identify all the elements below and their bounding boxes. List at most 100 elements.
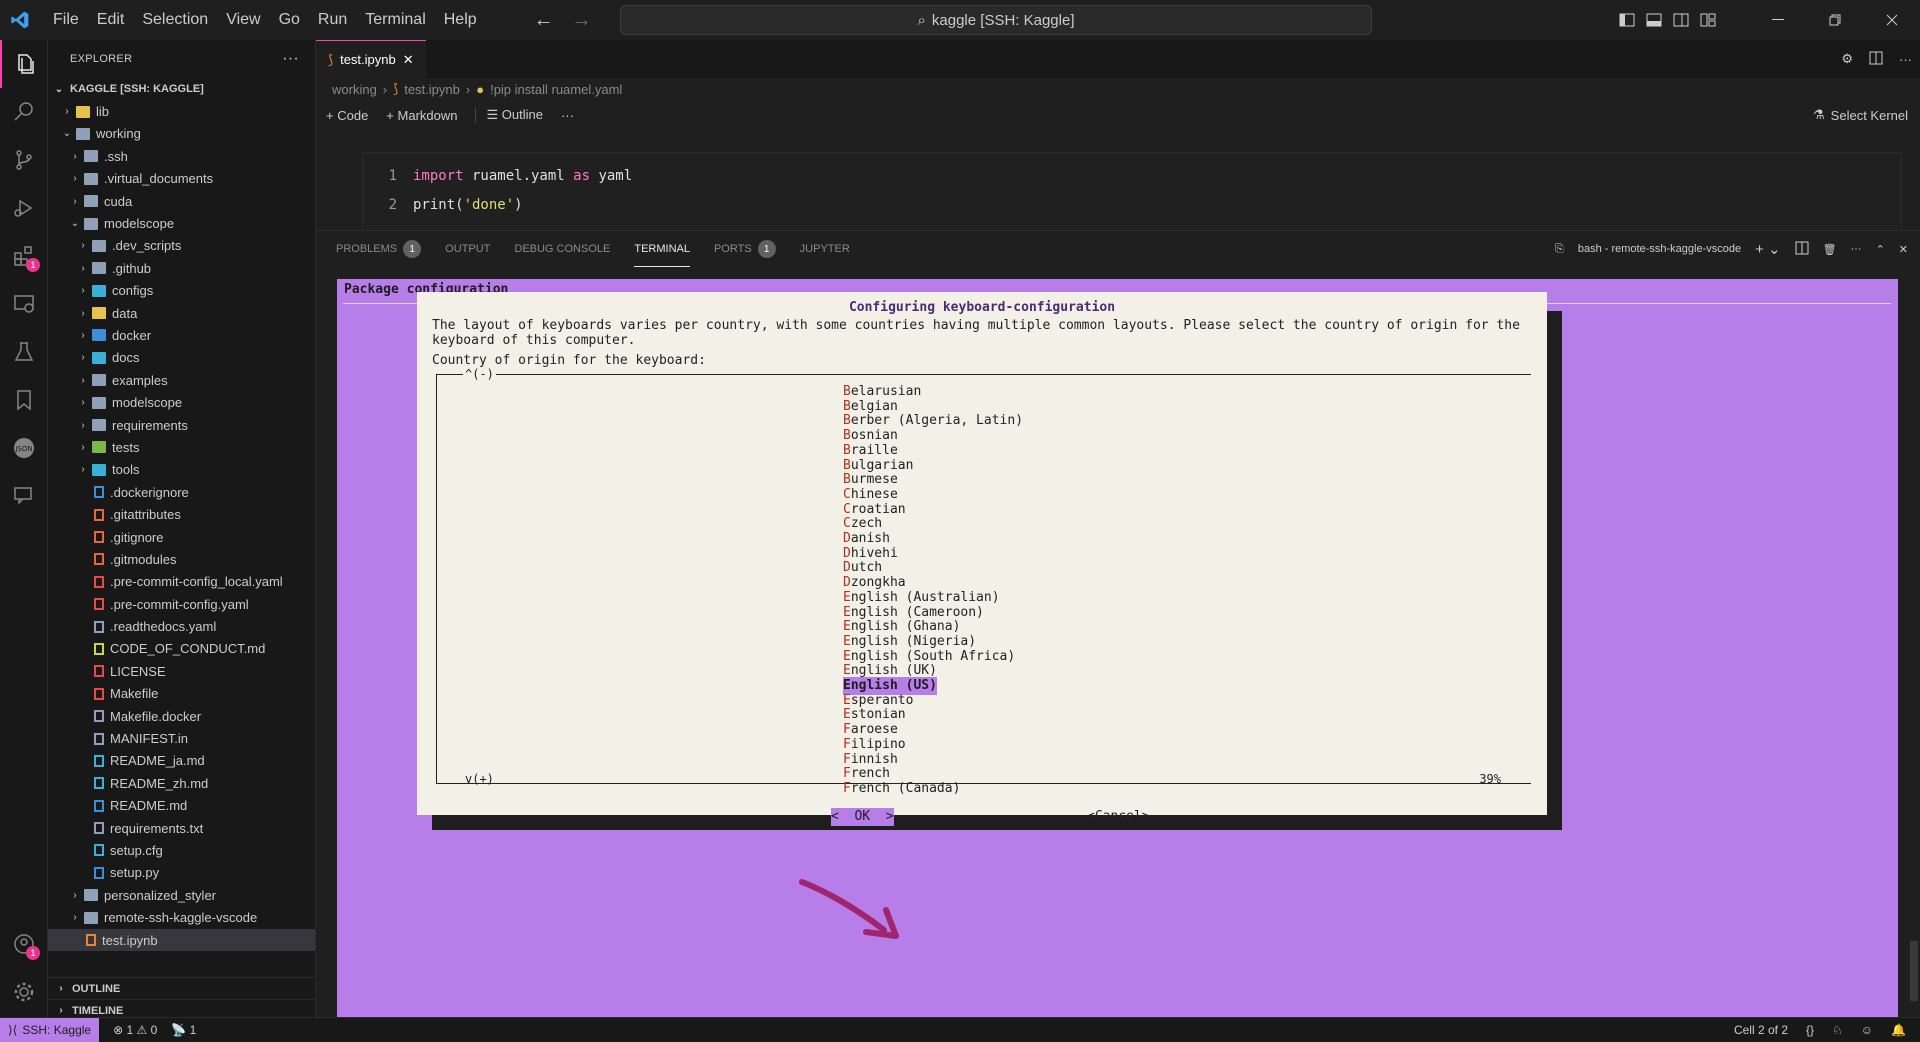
close-panel-icon[interactable]: ✕ (1899, 243, 1908, 256)
tree-file[interactable]: setup.cfg (48, 839, 315, 861)
menu-view[interactable]: View (217, 0, 269, 40)
tree-file[interactable]: MANIFEST.in (48, 727, 315, 749)
forward-arrow-icon[interactable]: → (572, 9, 592, 32)
split-terminal-icon[interactable] (1795, 241, 1809, 258)
tab-test-ipynb[interactable]: ⟆ test.ipynb ✕ (316, 40, 426, 78)
tree-folder[interactable]: › .virtual_documents (48, 168, 315, 190)
maximize-panel-icon[interactable]: ⌃ (1876, 243, 1885, 256)
tree-file[interactable]: LICENSE (48, 660, 315, 682)
toggle-secondary-sidebar-icon[interactable] (1667, 13, 1694, 27)
tree-folder[interactable]: › requirements (48, 414, 315, 436)
tree-folder[interactable]: › tests (48, 436, 315, 458)
close-tab-icon[interactable]: ✕ (403, 52, 414, 68)
accounts-icon[interactable]: 1 (0, 920, 48, 968)
tree-file[interactable]: .dockerignore (48, 481, 315, 503)
customize-layout-icon[interactable] (1694, 13, 1721, 27)
tree-folder[interactable]: › .ssh (48, 145, 315, 167)
tree-file[interactable]: .gitmodules (48, 548, 315, 570)
add-markdown-button[interactable]: + Markdown (386, 108, 457, 123)
toggle-panel-icon[interactable] (1640, 13, 1667, 27)
keyboard-option[interactable]: French (Canada) (843, 780, 960, 798)
kill-terminal-icon[interactable]: 🗑 (1823, 243, 1837, 256)
menu-run[interactable]: Run (309, 0, 356, 40)
split-editor-icon[interactable] (1869, 51, 1883, 68)
menu-terminal[interactable]: Terminal (356, 0, 434, 40)
tree-folder[interactable]: › lib (48, 100, 315, 122)
command-center[interactable]: ⌕ kaggle [SSH: Kaggle] (620, 5, 1372, 35)
tree-folder[interactable]: › tools (48, 459, 315, 481)
outline-section[interactable]: › OUTLINE (48, 977, 316, 999)
cell-indicator[interactable]: Cell 2 of 2 (1734, 1023, 1788, 1037)
tree-folder[interactable]: ⌄ modelscope (48, 212, 315, 234)
breadcrumb-file[interactable]: test.ipynb (404, 82, 460, 97)
copilot-icon[interactable]: ♘ (1832, 1023, 1843, 1037)
add-code-button[interactable]: + Code (326, 108, 368, 123)
panel-more-icon[interactable]: ··· (1851, 243, 1862, 255)
restore-icon[interactable] (1806, 0, 1863, 40)
search-view-icon[interactable] (0, 88, 48, 136)
chat-icon[interactable] (0, 472, 48, 520)
tree-file[interactable]: README_ja.md (48, 750, 315, 772)
explorer-more-icon[interactable]: ··· (282, 50, 299, 68)
code-cell[interactable]: 1 import ruamel.yaml as yaml 2 print('done'… (362, 152, 1902, 230)
format-icon[interactable]: {} (1806, 1023, 1814, 1037)
ok-button[interactable]: < OK > (831, 808, 894, 826)
tab-ports[interactable]: PORTS 1 (714, 231, 776, 267)
explorer-icon[interactable] (0, 40, 48, 88)
tree-folder[interactable]: › .dev_scripts (48, 235, 315, 257)
code-line[interactable]: 2 print('done') (363, 190, 1901, 219)
close-window-icon[interactable] (1863, 0, 1920, 40)
tab-terminal[interactable]: TERMINAL (634, 231, 690, 267)
tree-file[interactable]: .gitattributes (48, 503, 315, 525)
tree-file[interactable]: README_zh.md (48, 772, 315, 794)
outline-button[interactable]: ☰ Outline (475, 107, 543, 123)
notifications-bell-icon[interactable]: 🔔 (1891, 1023, 1906, 1037)
tree-file[interactable]: .gitignore (48, 526, 315, 548)
remote-explorer-icon[interactable] (0, 280, 48, 328)
menu-file[interactable]: File (44, 0, 88, 40)
run-debug-icon[interactable] (0, 184, 48, 232)
minimize-icon[interactable] (1749, 0, 1806, 40)
tab-problems[interactable]: PROBLEMS 1 (336, 231, 422, 267)
feedback-icon[interactable]: ☺ (1861, 1023, 1873, 1037)
editor-more-icon[interactable]: ··· (1899, 52, 1912, 67)
new-terminal-icon[interactable]: + ⌄ (1755, 240, 1781, 258)
tab-output[interactable]: OUTPUT (445, 231, 490, 267)
select-kernel-button[interactable]: ⚗ Select Kernel (1813, 107, 1908, 123)
code-line[interactable]: 1 import ruamel.yaml as yaml (363, 161, 1901, 190)
tree-folder[interactable]: › docker (48, 324, 315, 346)
tree-folder[interactable]: › docs (48, 347, 315, 369)
country-listbox[interactable]: ^(-) v(+) 39% Belarusian Belgian Berber (A… (436, 367, 1531, 796)
menu-edit[interactable]: Edit (88, 0, 134, 40)
source-control-icon[interactable] (0, 136, 48, 184)
tree-folder[interactable]: › data (48, 302, 315, 324)
tree-folder[interactable]: › configs (48, 280, 315, 302)
tree-file[interactable]: .pre-commit-config_local.yaml (48, 571, 315, 593)
menu-selection[interactable]: Selection (133, 0, 217, 40)
tree-file[interactable]: test.ipynb (48, 928, 315, 952)
tree-file[interactable]: Makefile.docker (48, 705, 315, 727)
menu-help[interactable]: Help (435, 0, 486, 40)
back-arrow-icon[interactable]: ← (534, 9, 554, 32)
tree-file[interactable]: CODE_OF_CONDUCT.md (48, 638, 315, 660)
tree-folder[interactable]: › examples (48, 369, 315, 391)
tree-folder[interactable]: › personalized_styler (48, 884, 315, 906)
settings-gear-icon[interactable]: ⚙ (1841, 51, 1853, 67)
remote-indicator[interactable]: ⟩⟨ SSH: Kaggle (0, 1017, 100, 1042)
toggle-primary-sidebar-icon[interactable] (1613, 13, 1640, 27)
problems-status[interactable]: ⊗ 1 ⚠ 0 (113, 1023, 157, 1037)
extensions-icon[interactable]: 1 (0, 232, 48, 280)
tree-file[interactable]: Makefile (48, 683, 315, 705)
manage-gear-icon[interactable] (0, 968, 48, 1016)
tree-file[interactable]: .readthedocs.yaml (48, 615, 315, 637)
tree-file[interactable]: README.md (48, 795, 315, 817)
breadcrumb-cell[interactable]: !pip install ruamel.yaml (490, 82, 622, 97)
terminal-view[interactable]: Package configuration Configuring keyboa… (337, 279, 1898, 1018)
tree-file[interactable]: .pre-commit-config.yaml (48, 593, 315, 615)
menu-go[interactable]: Go (270, 0, 309, 40)
tree-file[interactable]: requirements.txt (48, 817, 315, 839)
tree-folder[interactable]: › modelscope (48, 391, 315, 413)
tree-folder[interactable]: › .github (48, 257, 315, 279)
json-icon[interactable]: JSON (0, 424, 48, 472)
tree-folder[interactable]: › cuda (48, 190, 315, 212)
